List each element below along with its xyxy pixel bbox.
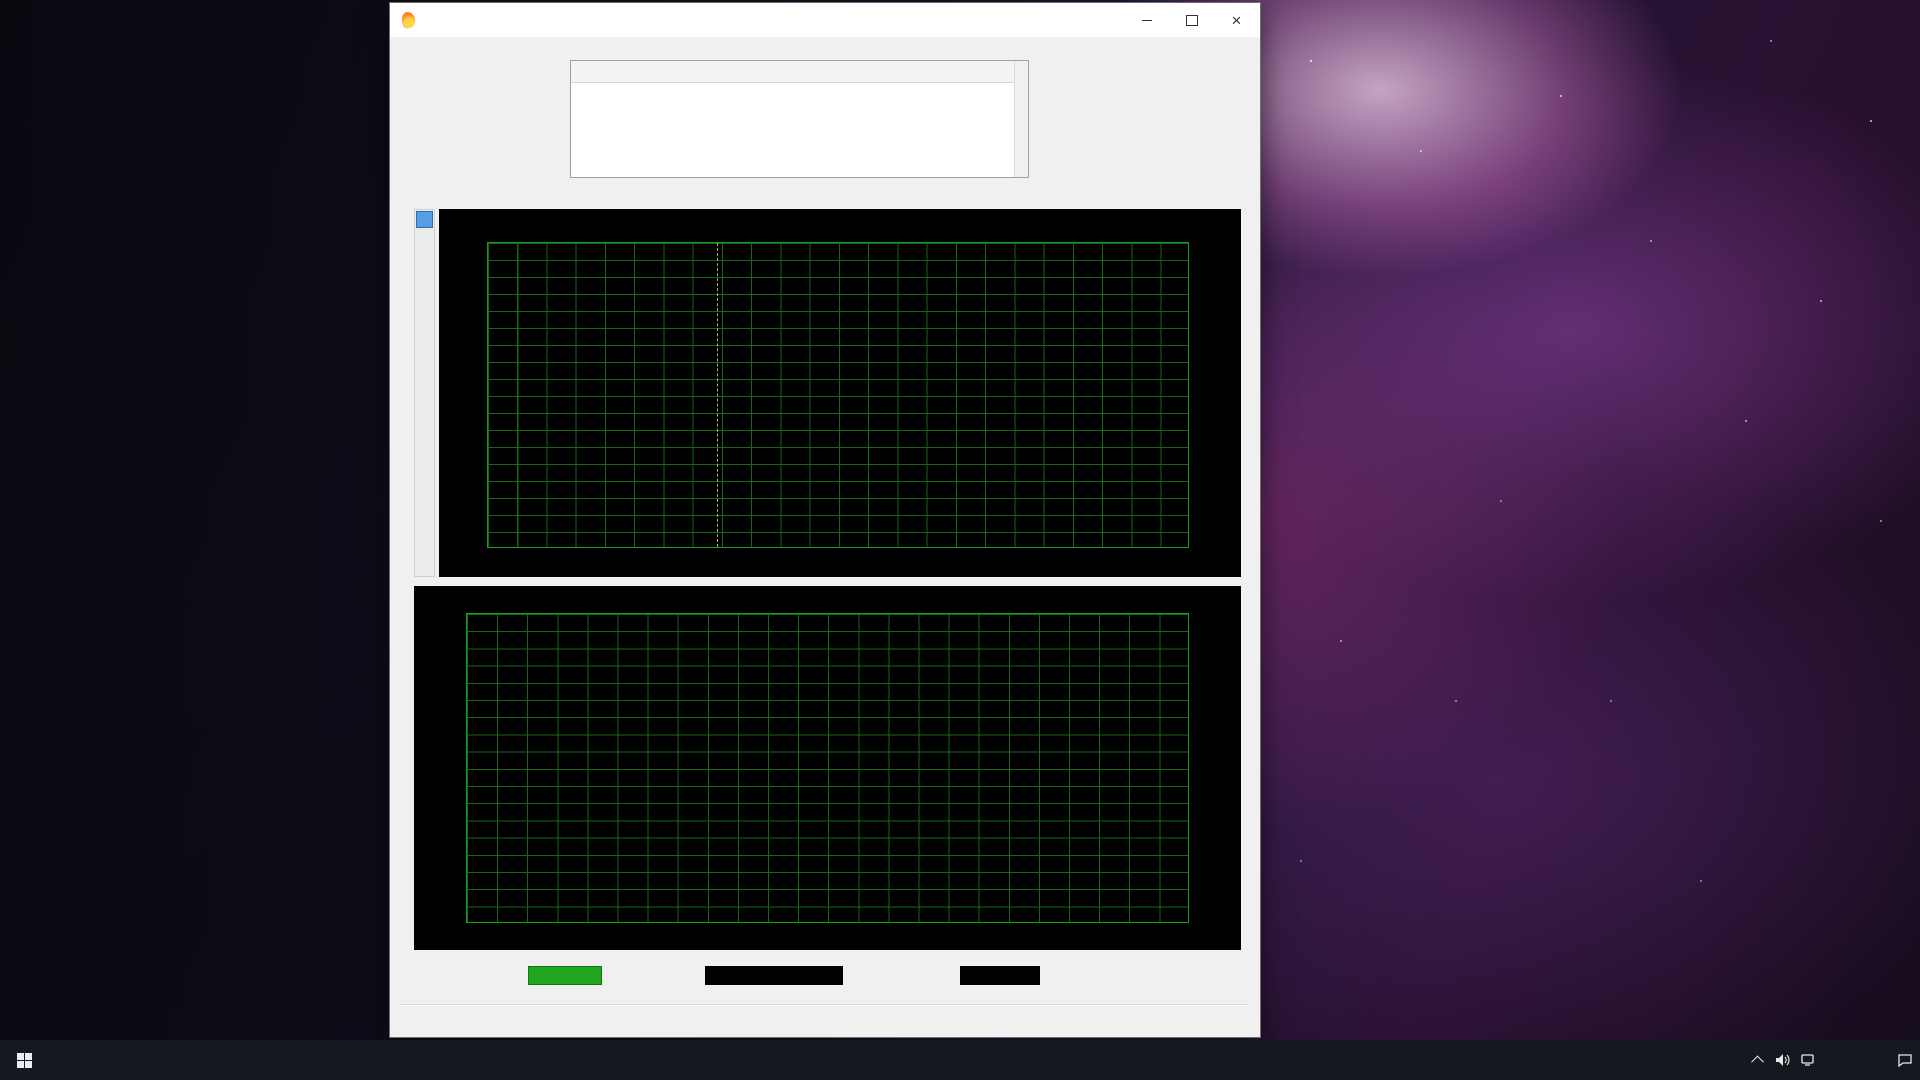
button-separator: [400, 1004, 1250, 1006]
tray-overflow-button[interactable]: [1744, 1040, 1770, 1080]
minimize-button[interactable]: [1124, 4, 1169, 36]
aida64-window: ×: [389, 2, 1261, 1038]
elapsed-time-value: [960, 966, 1040, 985]
network-icon: [1801, 1053, 1817, 1067]
action-center-icon: [1897, 1053, 1913, 1067]
chevron-up-icon: [1751, 1055, 1764, 1068]
action-center-button[interactable]: [1892, 1040, 1918, 1080]
status-row: [390, 965, 1262, 991]
temperature-series-svg: [488, 243, 1188, 547]
start-button[interactable]: [0, 1040, 48, 1080]
maximize-button[interactable]: [1169, 4, 1214, 36]
test-start-marker: [717, 243, 718, 547]
taskbar: [0, 1040, 1920, 1080]
log-scrollbar[interactable]: [1014, 61, 1028, 177]
maximize-icon: [1186, 15, 1198, 26]
test-started-value: [705, 966, 843, 985]
volume-icon: [1775, 1053, 1791, 1067]
cpu-usage-plot-area: [466, 613, 1189, 923]
titlebar-buttons: ×: [1124, 4, 1259, 36]
battery-status-badge: [528, 966, 602, 985]
window-titlebar[interactable]: ×: [390, 3, 1260, 37]
close-button[interactable]: ×: [1214, 4, 1259, 36]
volume-button[interactable]: [1770, 1040, 1796, 1080]
wallpaper-stars: [0, 0, 2, 2]
close-icon: ×: [1232, 12, 1242, 29]
cpu-usage-graph: [414, 586, 1241, 950]
minimize-icon: [1142, 20, 1152, 21]
dialog-button-row: [390, 1012, 1262, 1036]
log-listview: [570, 60, 1029, 178]
graph-zoom-handle[interactable]: [416, 211, 433, 228]
windows-logo-icon: [17, 1053, 32, 1068]
desktop-screen: ×: [0, 0, 1920, 1080]
temperature-graph: [439, 209, 1241, 577]
aida64-flame-icon: [400, 11, 416, 29]
system-tray: [1744, 1040, 1918, 1080]
log-header-row: [571, 61, 1028, 83]
temperature-plot-area: [487, 242, 1189, 548]
cpu-usage-series-svg: [467, 614, 1188, 922]
graph-zoom-slider[interactable]: [414, 209, 435, 577]
network-button[interactable]: [1796, 1040, 1822, 1080]
